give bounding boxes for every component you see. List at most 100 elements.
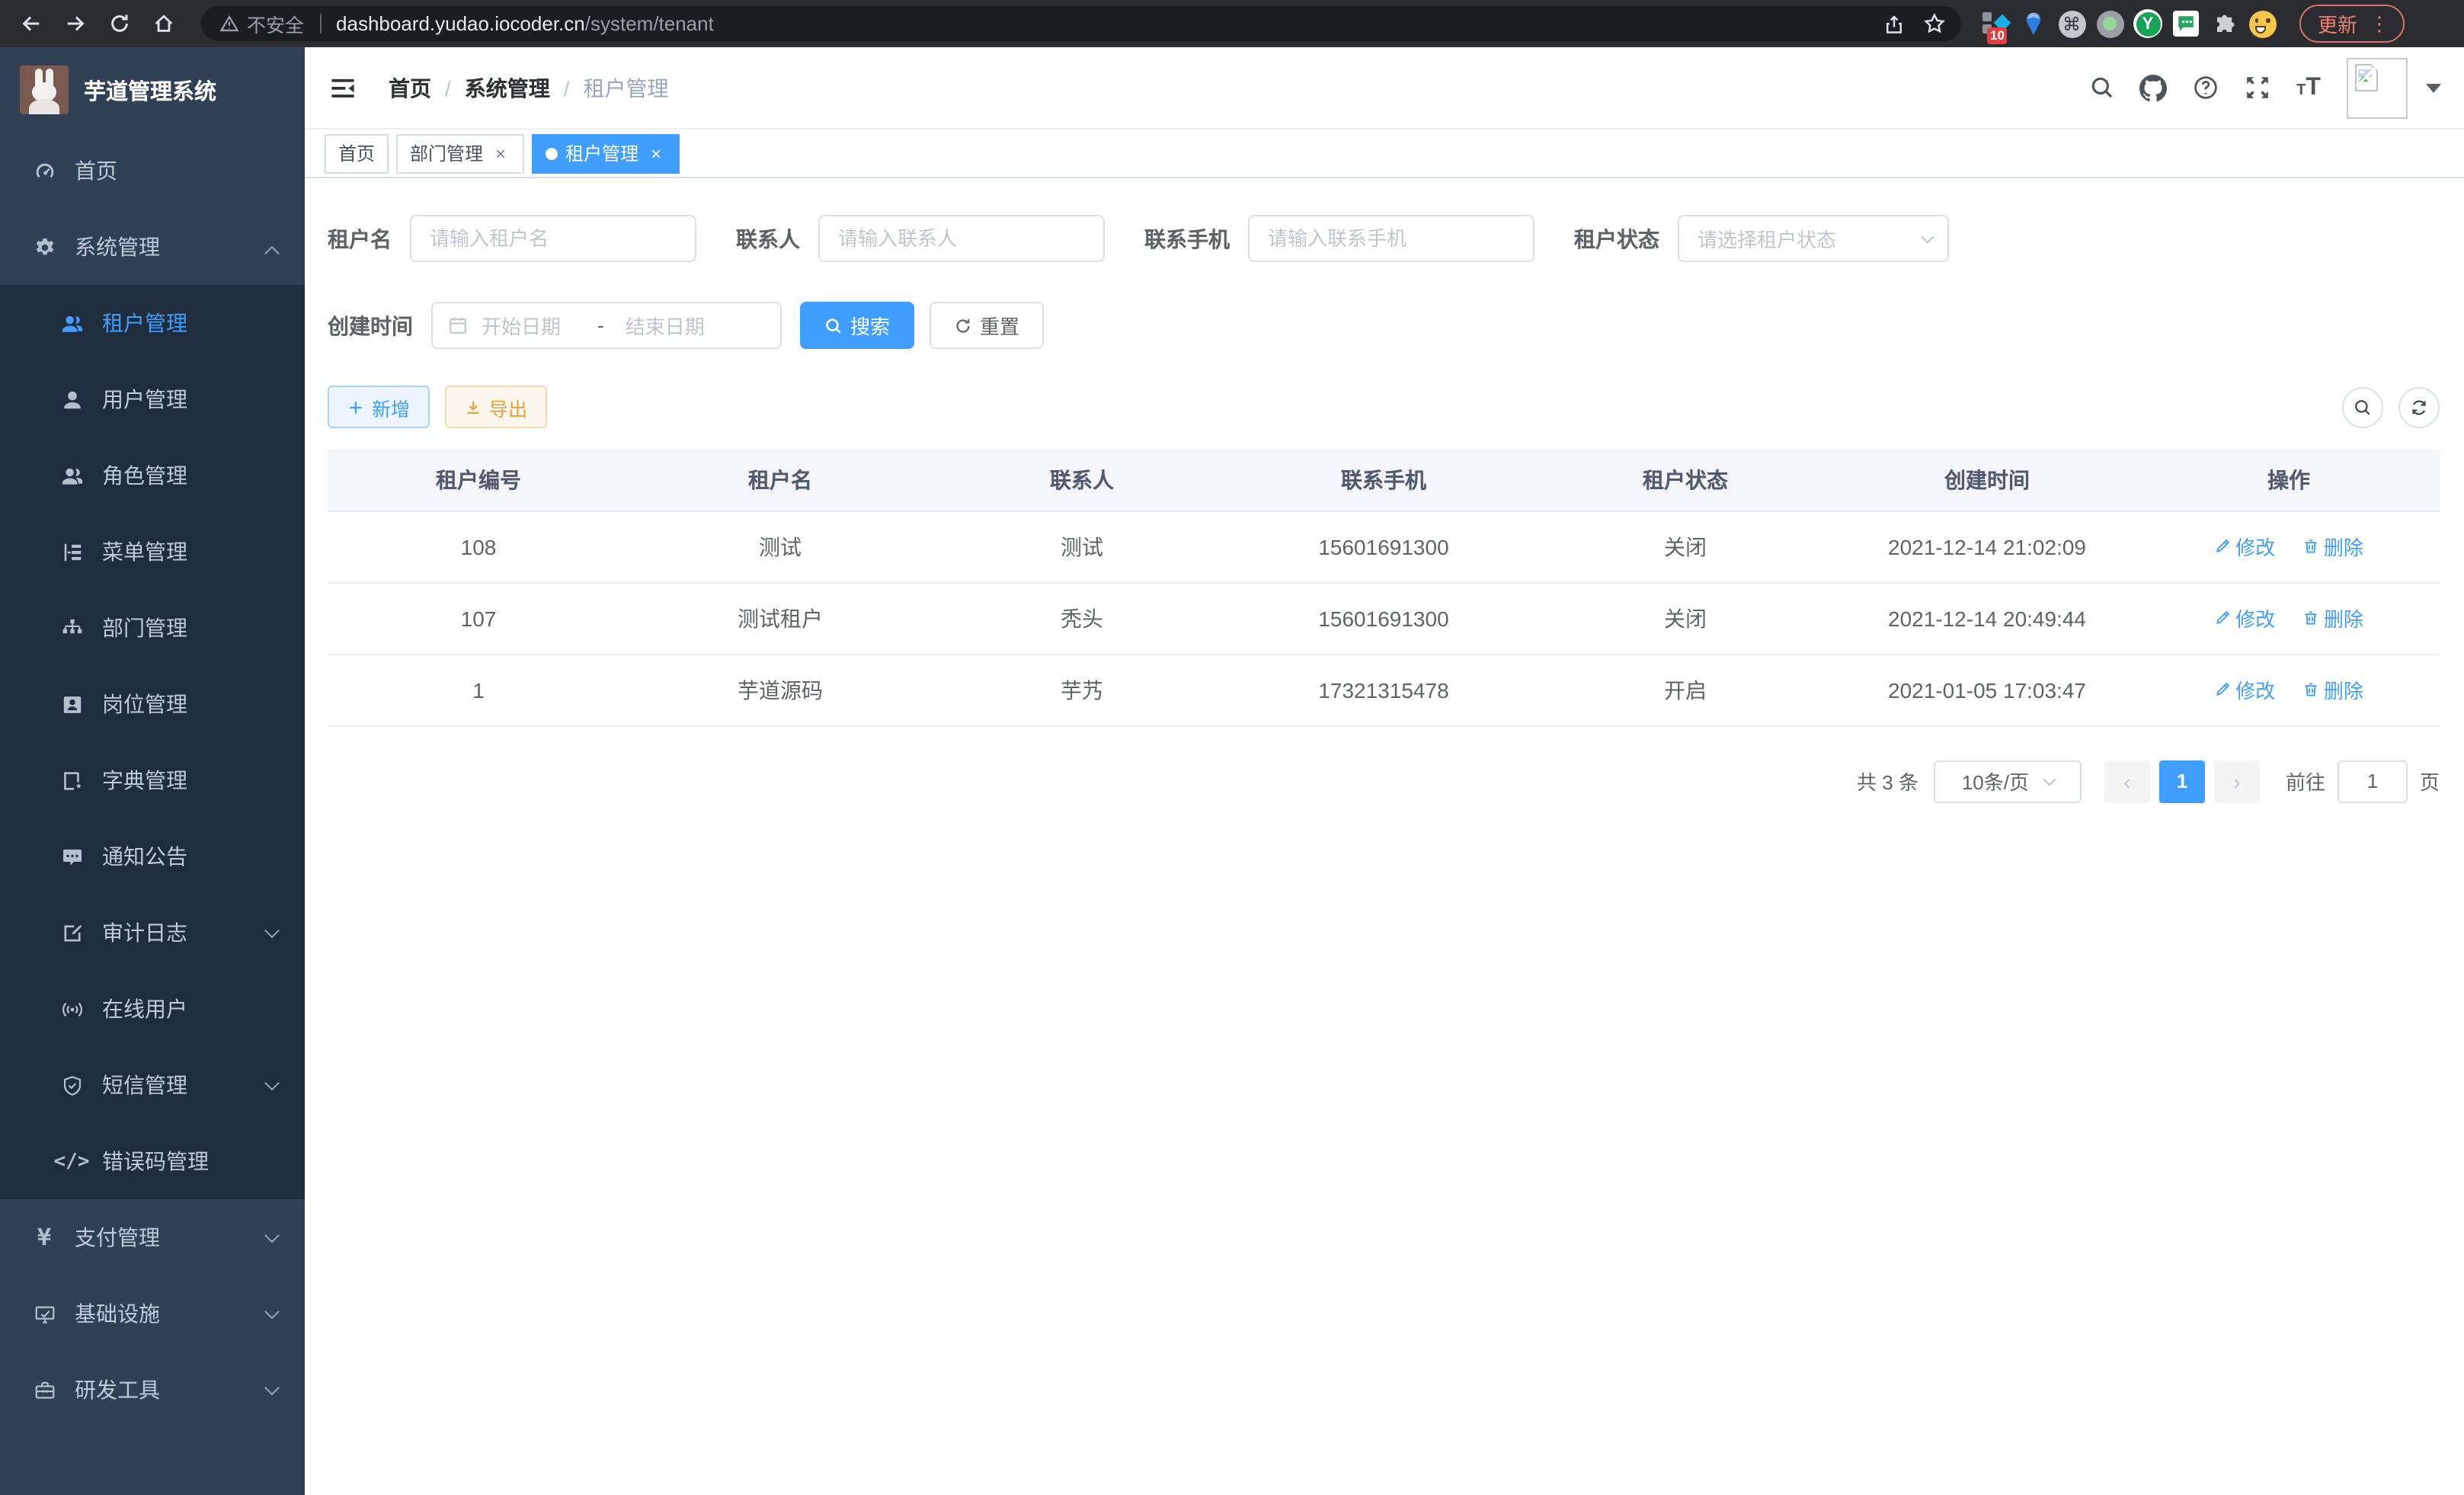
code-icon: </> [58,1148,85,1175]
sidebar-item-pay[interactable]: ¥ 支付管理 [0,1199,305,1276]
delete-button[interactable]: 删除 [2302,675,2363,704]
sidebar-item-online-users[interactable]: 在线用户 [0,971,305,1047]
share-icon[interactable] [1873,6,1914,41]
refresh-icon[interactable] [2398,386,2440,427]
extension-command-icon[interactable]: ⌘ [2053,5,2091,43]
table-row: 1 芋道源码 芋艿 17321315478 开启 2021-01-05 17:0… [328,654,2440,725]
chevron-down-icon [2043,773,2056,786]
header-search-icon[interactable] [2075,47,2127,128]
reset-button[interactable]: 重置 [930,302,1044,349]
breadcrumb: 首页 / 系统管理 / 租户管理 [389,72,669,103]
edit-button[interactable]: 修改 [2214,603,2275,632]
browser-home-icon[interactable] [142,0,186,47]
extension-chat-icon[interactable] [2167,5,2205,43]
prev-page-button[interactable]: ‹ [2104,760,2150,802]
breadcrumb-system[interactable]: 系统管理 [465,72,550,103]
col-contact: 联系人 [931,450,1233,511]
sidebar-item-post[interactable]: 岗位管理 [0,666,305,742]
goto-page-input[interactable] [2338,760,2408,802]
broken-image-icon [2351,62,2382,92]
chevron-down-icon [1922,230,1934,243]
extension-balloon-icon[interactable] [2014,5,2053,43]
sidebar-item-infra[interactable]: 基础设施 [0,1276,305,1352]
sidebar-item-dept[interactable]: 部门管理 [0,590,305,666]
help-icon[interactable] [2179,47,2231,128]
sidebar-item-dict[interactable]: 字典管理 [0,742,305,818]
chevron-down-icon [267,1378,277,1402]
tab-home[interactable]: 首页 [325,133,389,173]
delete-button[interactable]: 删除 [2302,532,2363,561]
browser-update-button[interactable]: 更新 ⋮ [2299,5,2405,43]
sidebar-item-tenant[interactable]: 租户管理 [0,285,305,361]
close-icon[interactable]: × [646,142,666,164]
sidebar-item-notice[interactable]: 通知公告 [0,818,305,895]
toggle-search-icon[interactable] [2342,386,2383,427]
screen: 不安全 dashboard.yudao.iocoder.cn/system/te… [0,0,2464,1495]
bookmark-star-icon[interactable] [1914,6,1955,41]
search-button[interactable]: 搜索 [800,302,914,349]
contact-input[interactable] [818,215,1105,262]
font-size-icon[interactable]: TT [2283,47,2334,128]
delete-button[interactable]: 删除 [2302,603,2363,632]
sidebar-item-menu[interactable]: 菜单管理 [0,514,305,590]
sidebar-item-audit-log[interactable]: 审计日志 [0,895,305,971]
tenant-table: 租户编号 租户名 联系人 联系手机 租户状态 创建时间 操作 108 测试 [328,450,2440,726]
sidebar-item-sms[interactable]: 短信管理 [0,1047,305,1123]
trash-icon [2302,610,2319,626]
pagination: 共 3 条 10条/页 ‹ 1 › 前往 页 [328,760,2440,802]
sidebar-item-system[interactable]: 系统管理 [0,209,305,285]
date-range-picker[interactable]: 开始日期 - 结束日期 [431,302,782,349]
fullscreen-icon[interactable] [2231,47,2283,128]
mobile-input[interactable] [1248,215,1534,262]
yen-icon: ¥ [30,1224,58,1251]
sidebar-item-role[interactable]: 角色管理 [0,437,305,514]
security-label: 不安全 [247,9,304,38]
col-status: 租户状态 [1534,450,1836,511]
extension-y-icon[interactable]: Y [2129,5,2167,43]
edit-icon [2214,681,2231,698]
sidebar-fold-icon[interactable] [328,74,364,101]
app-title: 芋道管理系统 [84,74,216,106]
browser-menu-icon: ⋮ [2370,11,2389,36]
col-tenant-id: 租户编号 [328,450,629,511]
page-1-button[interactable]: 1 [2159,760,2205,802]
col-actions: 操作 [2138,450,2440,511]
edit-button[interactable]: 修改 [2214,675,2275,704]
close-icon[interactable]: × [491,142,510,164]
status-select[interactable]: 请选择租户状态 [1678,215,1949,262]
active-dot [546,147,558,159]
extension-emoji-icon[interactable] [2243,5,2281,43]
sidebar-item-home[interactable]: 首页 [0,133,305,209]
app-logo[interactable]: 芋道管理系统 [0,47,305,133]
status-text: 关闭 [1534,511,1836,582]
page-size-select[interactable]: 10条/页 [1934,760,2082,802]
next-page-button[interactable]: › [2214,760,2260,802]
add-button[interactable]: 新增 [328,386,430,428]
edit-button[interactable]: 修改 [2214,532,2275,561]
export-button[interactable]: 导出 [445,386,547,428]
browser-forward-icon[interactable] [53,0,98,47]
tenant-name-input[interactable] [410,215,696,262]
breadcrumb-home[interactable]: 首页 [389,72,431,103]
github-icon[interactable] [2127,47,2179,128]
total-count: 共 3 条 [1857,767,1918,796]
address-bar[interactable]: 不安全 dashboard.yudao.iocoder.cn/system/te… [201,6,1961,41]
extension-puzzle-icon[interactable] [2205,5,2243,43]
extension-collection-icon[interactable]: 10 [1976,5,2014,43]
page-content: 租户名 联系人 联系手机 租户状态 请选择租户状态 [305,178,2464,1495]
extension-record-icon[interactable] [2091,5,2129,43]
tab-tenant[interactable]: 租户管理 × [532,133,680,173]
avatar-caret-icon[interactable] [2426,84,2441,101]
browser-back-icon[interactable] [9,0,53,47]
browser-reload-icon[interactable] [98,0,142,47]
user-avatar[interactable] [2347,57,2408,118]
tab-dept[interactable]: 部门管理 × [396,133,524,173]
url-text: dashboard.yudao.iocoder.cn/system/tenant [336,12,714,35]
org-chart-icon [58,614,85,642]
sidebar-item-devtools[interactable]: 研发工具 [0,1352,305,1428]
contact-label: 联系人 [736,223,800,254]
sidebar-item-user[interactable]: 用户管理 [0,361,305,437]
status-label: 租户状态 [1574,223,1659,254]
sidebar-item-error-code[interactable]: </> 错误码管理 [0,1123,305,1199]
chevron-down-icon [267,1225,277,1250]
